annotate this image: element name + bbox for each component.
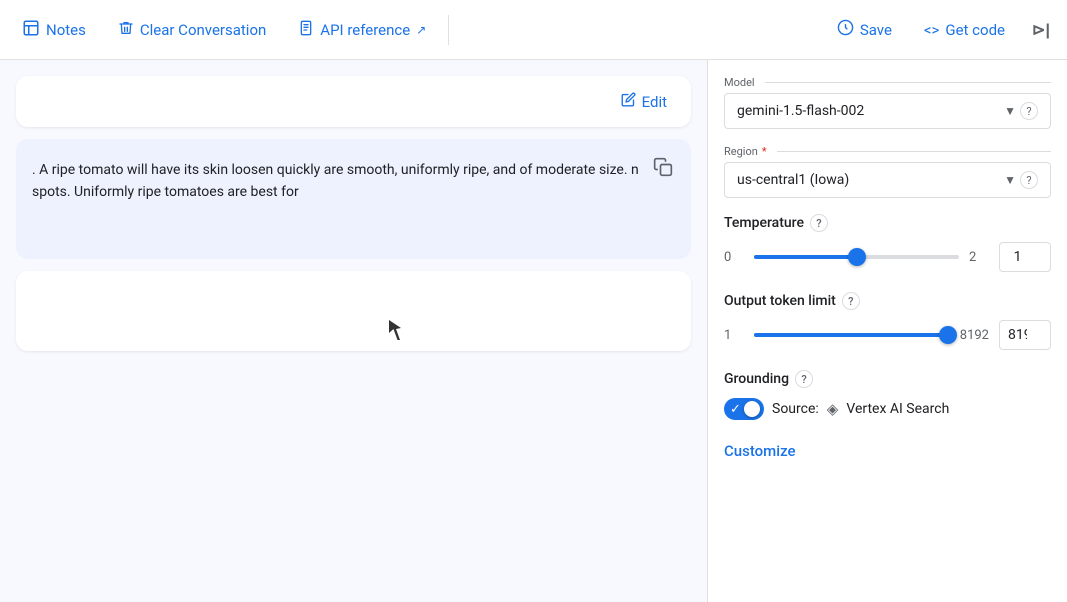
toolbar-divider: [448, 15, 449, 45]
main-content: Edit . A ripe tomato will have its skin …: [0, 60, 1067, 602]
temperature-fill: [754, 255, 857, 259]
vertex-label: Vertex AI Search: [846, 401, 949, 417]
notes-icon: [22, 19, 40, 41]
api-label: API reference: [320, 21, 410, 39]
copy-icon: [653, 161, 673, 181]
output-token-fill: [754, 333, 948, 337]
output-token-input[interactable]: [999, 320, 1051, 350]
edit-label: Edit: [642, 93, 667, 111]
customize-button[interactable]: Customize: [724, 436, 796, 466]
grounding-help-icon[interactable]: ?: [795, 370, 813, 388]
customize-label: Customize: [724, 442, 796, 460]
model-field-group: Model gemini-1.5-flash-002 gemini-1.5-pr…: [724, 76, 1051, 129]
output-token-track[interactable]: [754, 333, 950, 337]
notes-button[interactable]: Notes: [8, 11, 100, 49]
api-reference-button[interactable]: API reference ↗: [284, 11, 440, 49]
input-area[interactable]: [16, 271, 691, 351]
clear-conversation-button[interactable]: Clear Conversation: [104, 11, 280, 49]
temperature-max: 2: [969, 250, 989, 265]
model-help-icon[interactable]: ?: [1020, 102, 1038, 120]
save-label: Save: [860, 21, 892, 39]
grounding-header: Grounding ?: [724, 370, 1051, 388]
output-token-slider-row: 1 8192: [724, 320, 1051, 350]
clear-label: Clear Conversation: [140, 21, 266, 39]
region-select-arrow: ▼: [1004, 173, 1016, 187]
save-button[interactable]: Save: [823, 11, 906, 48]
temperature-thumb: [848, 248, 866, 266]
temperature-slider-row: 0 2: [724, 242, 1051, 272]
pencil-icon: [621, 92, 636, 111]
output-token-thumb: [939, 326, 957, 344]
vertex-icon: ◈: [827, 400, 839, 418]
temperature-track[interactable]: [754, 255, 959, 259]
temperature-label: Temperature: [724, 215, 804, 231]
model-label: Model: [724, 76, 1051, 89]
region-select-wrapper: us-central1 (Iowa) us-east1 europe-west1…: [724, 162, 1051, 198]
region-select[interactable]: us-central1 (Iowa) us-east1 europe-west1: [737, 172, 1004, 188]
region-divider: [777, 151, 1051, 152]
region-help-icon[interactable]: ?: [1020, 171, 1038, 189]
right-panel: Model gemini-1.5-flash-002 gemini-1.5-pr…: [707, 60, 1067, 602]
collapse-panel-button[interactable]: ⊳|: [1023, 12, 1059, 48]
output-token-min: 1: [724, 328, 744, 343]
toolbar: Notes Clear Conversation API reference ↗…: [0, 0, 1067, 60]
left-panel: Edit . A ripe tomato will have its skin …: [0, 60, 707, 602]
save-icon: [837, 19, 854, 40]
temperature-section: Temperature ? 0 2: [724, 214, 1051, 272]
external-link-icon: ↗: [416, 23, 426, 37]
output-token-label: Output token limit: [724, 293, 836, 309]
get-code-button[interactable]: <> Get code: [910, 13, 1019, 47]
region-label: Region *: [724, 145, 1051, 158]
region-required: *: [762, 145, 767, 158]
response-text: . A ripe tomato will have its skin loose…: [32, 159, 675, 204]
response-card: . A ripe tomato will have its skin loose…: [16, 139, 691, 259]
notes-label: Notes: [46, 21, 86, 39]
get-code-label: Get code: [945, 21, 1005, 39]
output-token-section: Output token limit ? 1 8192: [724, 292, 1051, 350]
edit-button[interactable]: Edit: [613, 88, 675, 115]
model-select-wrapper: gemini-1.5-flash-002 gemini-1.5-pro-002 …: [724, 93, 1051, 129]
temperature-input[interactable]: [999, 242, 1051, 272]
api-icon: [298, 19, 314, 41]
temperature-help-icon[interactable]: ?: [810, 214, 828, 232]
model-select-arrow: ▼: [1004, 104, 1016, 118]
grounding-source-row: ✓ Source: ◈ Vertex AI Search: [724, 398, 1051, 420]
grounding-toggle[interactable]: ✓: [724, 398, 764, 420]
temperature-header: Temperature ?: [724, 214, 1051, 232]
source-label: Source:: [772, 401, 819, 417]
clear-icon: [118, 19, 134, 41]
collapse-icon: ⊳|: [1032, 20, 1050, 40]
output-token-max: 8192: [960, 328, 989, 343]
grounding-section: Grounding ? ✓ Source: ◈ Vertex AI Search: [724, 370, 1051, 420]
region-field-group: Region * us-central1 (Iowa) us-east1 eur…: [724, 145, 1051, 198]
code-icon: <>: [924, 21, 939, 39]
output-token-help-icon[interactable]: ?: [842, 292, 860, 310]
edit-card: Edit: [16, 76, 691, 127]
copy-button[interactable]: [647, 151, 679, 188]
toolbar-right: Save <> Get code ⊳|: [823, 11, 1059, 48]
grounding-label: Grounding: [724, 371, 789, 387]
output-token-header: Output token limit ?: [724, 292, 1051, 310]
model-select[interactable]: gemini-1.5-flash-002 gemini-1.5-pro-002 …: [737, 103, 1004, 119]
toggle-thumb: [744, 401, 760, 417]
check-icon: ✓: [730, 402, 741, 417]
model-divider: [765, 82, 1051, 83]
temperature-min: 0: [724, 250, 744, 265]
